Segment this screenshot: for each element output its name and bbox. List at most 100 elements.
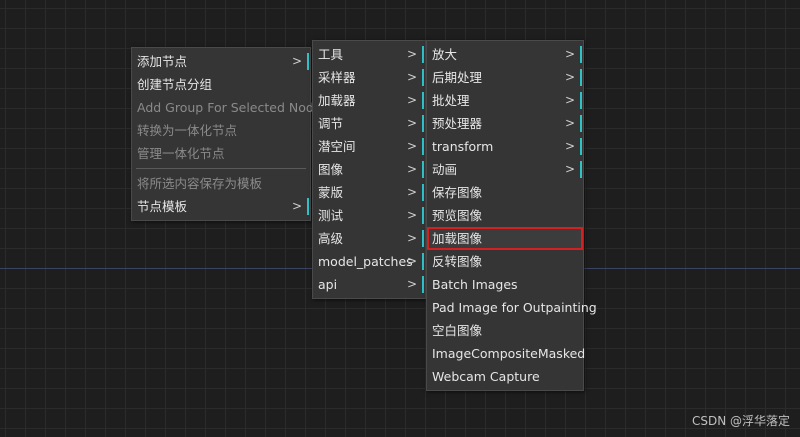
menu-item-label: 加载器	[318, 93, 356, 108]
menu-item-conditioning[interactable]: 调节 >	[313, 112, 425, 135]
chevron-right-icon: >	[406, 231, 417, 245]
menu-item-testing[interactable]: 测试 >	[313, 204, 425, 227]
chevron-right-icon: >	[406, 185, 417, 199]
menu-item-loaders[interactable]: 加载器 >	[313, 89, 425, 112]
chevron-right-icon: >	[564, 139, 575, 153]
menu-item-batch[interactable]: 批处理 >	[427, 89, 583, 112]
menu-item-advanced[interactable]: 高级 >	[313, 227, 425, 250]
menu-item-label: 测试	[318, 208, 344, 223]
menu-item-save-image[interactable]: 保存图像	[427, 181, 583, 204]
chevron-right-icon: >	[564, 70, 575, 84]
menu-item-label: 节点模板	[137, 199, 188, 214]
chevron-right-icon: >	[564, 116, 575, 130]
submenu-indicator	[580, 69, 582, 86]
submenu-indicator	[580, 161, 582, 178]
chevron-right-icon: >	[406, 208, 417, 222]
menu-item-label: 放大	[432, 47, 458, 62]
menu-item-manage-group-nodes: 管理一体化节点	[132, 142, 310, 165]
menu-item-mask[interactable]: 蒙版 >	[313, 181, 425, 204]
menu-item-utils[interactable]: 工具 >	[313, 43, 425, 66]
chevron-right-icon: >	[291, 199, 302, 213]
chevron-right-icon: >	[291, 54, 302, 68]
chevron-right-icon: >	[406, 254, 417, 268]
menu-item-label: Webcam Capture	[432, 369, 540, 384]
submenu-indicator	[422, 92, 424, 109]
menu-item-label: api	[318, 277, 338, 292]
menu-item-label: 工具	[318, 47, 344, 62]
menu-item-animation[interactable]: 动画 >	[427, 158, 583, 181]
menu-item-label: 图像	[318, 162, 344, 177]
chevron-right-icon: >	[406, 47, 417, 61]
menu-item-label: Batch Images	[432, 277, 518, 292]
menu-item-create-group[interactable]: 创建节点分组	[132, 73, 310, 96]
menu-item-add-group-selected: Add Group For Selected Nodes	[132, 96, 328, 119]
submenu-indicator	[422, 46, 424, 63]
menu-item-sampling[interactable]: 采样器 >	[313, 66, 425, 89]
menu-item-label: 将所选内容保存为模板	[137, 176, 263, 191]
submenu-indicator	[580, 46, 582, 63]
submenu-indicator	[422, 276, 424, 293]
menu-item-label: 高级	[318, 231, 344, 246]
menu-item-invert-image[interactable]: 反转图像	[427, 250, 583, 273]
menu-item-label: 后期处理	[432, 70, 483, 85]
chevron-right-icon: >	[564, 162, 575, 176]
menu-item-api[interactable]: api >	[313, 273, 425, 296]
menu-item-model-patches[interactable]: model_patches >	[313, 250, 425, 273]
menu-item-label: 管理一体化节点	[137, 146, 225, 161]
menu-item-image-composite-masked[interactable]: ImageCompositeMasked	[427, 342, 586, 365]
menu-item-node-templates[interactable]: 节点模板 >	[132, 195, 310, 218]
submenu-indicator	[422, 207, 424, 224]
submenu-indicator	[580, 115, 582, 132]
menu-item-latent[interactable]: 潜空间 >	[313, 135, 425, 158]
chevron-right-icon: >	[406, 162, 417, 176]
menu-item-label: 动画	[432, 162, 458, 177]
chevron-right-icon: >	[564, 47, 575, 61]
menu-item-add-node[interactable]: 添加节点 >	[132, 50, 310, 73]
submenu-indicator	[307, 53, 309, 70]
submenu-indicator	[580, 138, 582, 155]
menu-item-load-image[interactable]: 加载图像	[427, 227, 583, 250]
submenu-indicator	[422, 253, 424, 270]
submenu-indicator	[422, 115, 424, 132]
menu-item-label: 批处理	[432, 93, 470, 108]
menu-item-batch-images[interactable]: Batch Images	[427, 273, 583, 296]
menu-item-preview-image[interactable]: 预览图像	[427, 204, 583, 227]
submenu-indicator	[580, 92, 582, 109]
menu-item-save-as-template: 将所选内容保存为模板	[132, 172, 310, 195]
menu-item-label: 调节	[318, 116, 344, 131]
chevron-right-icon: >	[406, 116, 417, 130]
submenu-indicator	[422, 184, 424, 201]
context-menu: 添加节点 > 创建节点分组 Add Group For Selected Nod…	[131, 47, 328, 221]
menu-item-upscaling[interactable]: 放大 >	[427, 43, 583, 66]
menu-item-label: transform	[432, 139, 494, 154]
image-submenu: 放大 > 后期处理 > 批处理 > 预处理器 > transform > 动画 …	[426, 40, 597, 391]
menu-item-label: 空白图像	[432, 323, 483, 338]
chevron-right-icon: >	[406, 139, 417, 153]
chevron-right-icon: >	[406, 277, 417, 291]
menu-item-label: 预处理器	[432, 116, 483, 131]
chevron-right-icon: >	[406, 93, 417, 107]
menu-item-webcam-capture[interactable]: Webcam Capture	[427, 365, 583, 388]
menu-item-label: 添加节点	[137, 54, 188, 69]
submenu-indicator	[422, 230, 424, 247]
menu-item-image[interactable]: 图像 >	[313, 158, 425, 181]
menu-item-label: ImageCompositeMasked	[432, 346, 586, 361]
add-node-submenu: 工具 > 采样器 > 加载器 > 调节 > 潜空间 > 图像 > 蒙版 > 测试…	[312, 40, 426, 299]
chevron-right-icon: >	[564, 93, 575, 107]
submenu-indicator	[422, 138, 424, 155]
menu-item-label: 保存图像	[432, 185, 483, 200]
menu-item-empty-image[interactable]: 空白图像	[427, 319, 583, 342]
submenu-indicator	[422, 69, 424, 86]
menu-item-transform[interactable]: transform >	[427, 135, 583, 158]
watermark: CSDN @浮华落定	[691, 414, 790, 428]
menu-item-label: Pad Image for Outpainting	[432, 300, 597, 315]
menu-item-pad-image-outpainting[interactable]: Pad Image for Outpainting	[427, 296, 597, 319]
menu-item-label: 加载图像	[432, 231, 483, 246]
menu-item-preprocessors[interactable]: 预处理器 >	[427, 112, 583, 135]
menu-item-postprocessing[interactable]: 后期处理 >	[427, 66, 583, 89]
menu-item-label: 蒙版	[318, 185, 344, 200]
menu-item-label: 潜空间	[318, 139, 356, 154]
menu-item-label: Add Group For Selected Nodes	[137, 100, 329, 115]
menu-item-label: 转换为一体化节点	[137, 123, 238, 138]
menu-item-label: 采样器	[318, 70, 356, 85]
